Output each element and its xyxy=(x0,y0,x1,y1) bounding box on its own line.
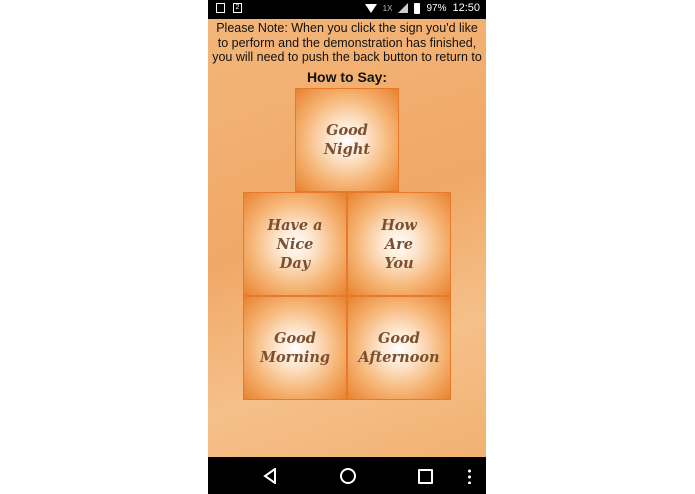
wifi-icon xyxy=(364,3,377,13)
sim-icon: 2 xyxy=(233,3,242,13)
battery-percent: 97% xyxy=(426,2,447,14)
battery-icon xyxy=(414,2,421,14)
tile-good-morning[interactable]: Good Morning xyxy=(243,296,347,400)
note-text: Please Note: When you click the sign you… xyxy=(212,21,482,64)
network-label: 1X xyxy=(382,3,393,13)
home-icon[interactable] xyxy=(340,468,356,484)
tile-good-afternoon[interactable]: Good Afternoon xyxy=(347,296,451,400)
signal-icon xyxy=(398,3,409,13)
clock: 12:50 xyxy=(452,2,480,14)
status-bar: 2 1X 97% 12:50 xyxy=(208,0,486,19)
back-icon[interactable] xyxy=(263,468,277,484)
tile-have-a-nice-day[interactable]: Have a Nice Day xyxy=(243,192,347,296)
page-title: How to Say: xyxy=(306,69,388,85)
navigation-bar xyxy=(208,457,486,494)
recents-icon[interactable] xyxy=(418,469,433,484)
menu-icon[interactable] xyxy=(468,468,471,484)
image-icon xyxy=(216,3,225,13)
tile-good-night[interactable]: Good Night xyxy=(295,88,399,192)
tile-how-are-you[interactable]: How Are You xyxy=(347,192,451,296)
phone-screen: 2 1X 97% 12:50 Please Note: When you cli… xyxy=(208,0,486,494)
